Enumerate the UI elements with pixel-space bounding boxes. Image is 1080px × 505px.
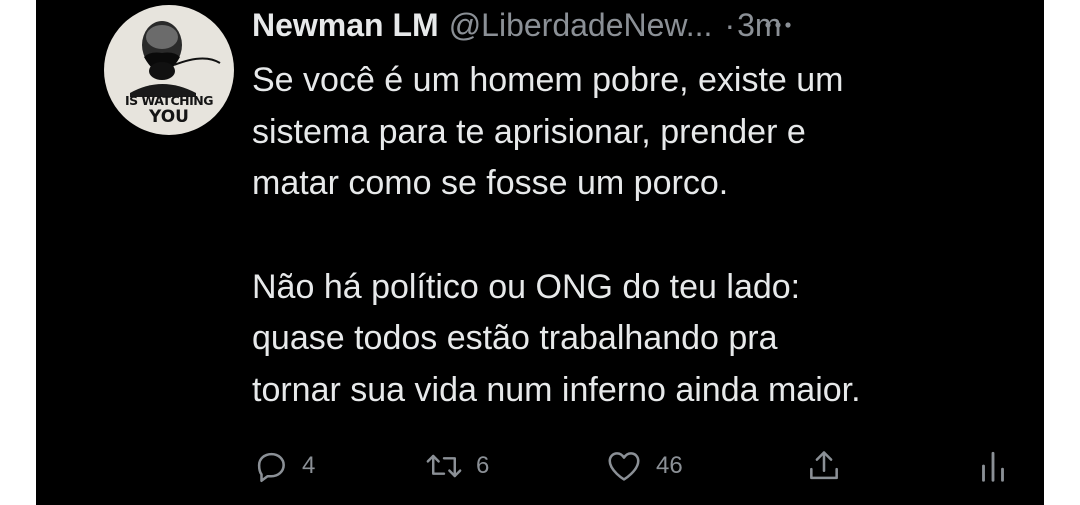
share-button[interactable]: [804, 443, 844, 489]
author-name[interactable]: Newman LM: [252, 7, 439, 43]
tweet-text: Se você é um homem pobre, existe um sist…: [252, 55, 1032, 416]
avatar[interactable]: IS WATCHING YOU: [104, 5, 234, 135]
tweet-line: Se você é um homem pobre, existe um: [252, 61, 844, 99]
analytics-button[interactable]: [978, 443, 1008, 489]
like-count: 46: [656, 452, 683, 479]
tweet-card: IS WATCHING YOU Newman LM @LiberdadeNew..…: [36, 0, 1044, 505]
retweet-count: 6: [476, 452, 490, 479]
tweet-line: matar como se fosse um porco.: [252, 164, 729, 202]
tweet-line: quase todos estão trabalhando pra: [252, 319, 778, 357]
avatar-caption-line2: YOU: [149, 107, 189, 127]
tweet-line: Não há político ou ONG do teu lado:: [252, 267, 801, 306]
tweet-header: Newman LM @LiberdadeNew... ·3m: [252, 2, 1032, 48]
retweet-icon: [426, 454, 462, 478]
avatar-caption-line1: IS WATCHING: [125, 93, 213, 108]
reply-icon: [257, 452, 285, 482]
tweet-line: tornar sua vida num inferno ainda maior.: [252, 370, 861, 409]
separator-dot: ·: [724, 7, 736, 43]
like-button[interactable]: 46: [604, 443, 683, 489]
retweet-button[interactable]: 6: [424, 443, 489, 489]
reply-button[interactable]: 4: [252, 443, 315, 489]
like-icon: [608, 452, 640, 481]
author-handle[interactable]: @LiberdadeNew...: [449, 7, 713, 43]
tweet-line: sistema para te aprisionar, prender e: [252, 112, 806, 151]
tweet-actions: 4 6 46: [252, 443, 1022, 489]
share-icon: [810, 451, 838, 480]
reply-count: 4: [302, 452, 316, 479]
analytics-icon: [982, 451, 1004, 482]
more-icon[interactable]: [760, 14, 796, 34]
